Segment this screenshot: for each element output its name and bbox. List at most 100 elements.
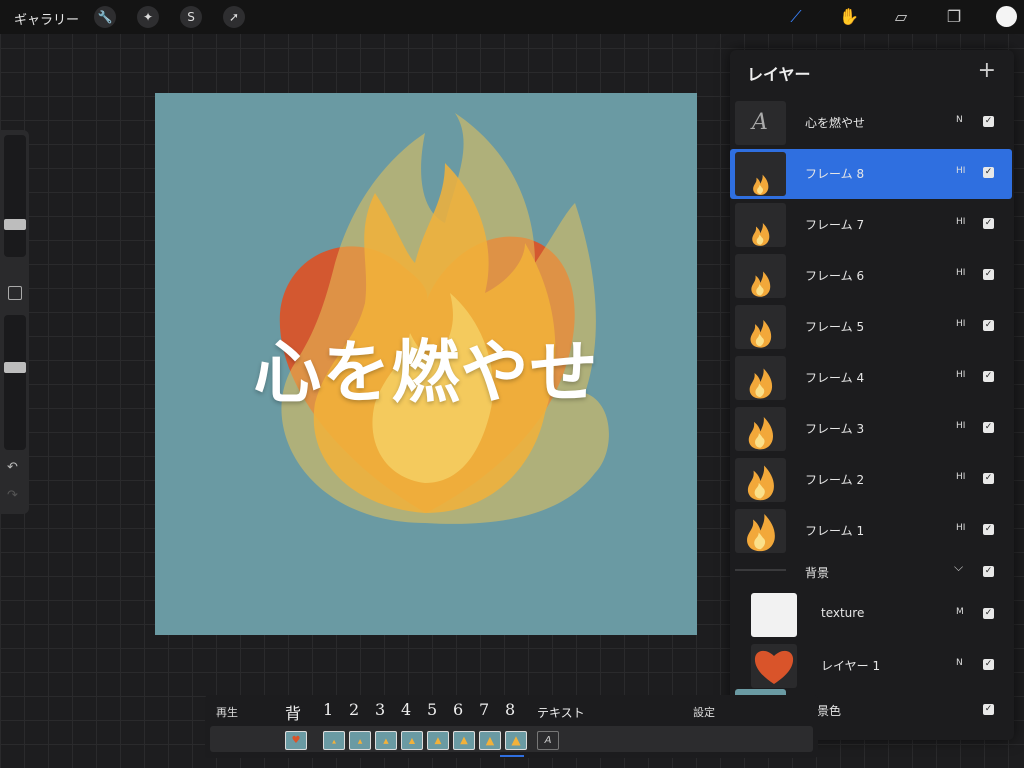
blend-mode[interactable]: HI xyxy=(956,268,965,278)
flame-icon: ▲ xyxy=(434,736,442,746)
visibility-checkbox[interactable]: ✓ xyxy=(983,473,994,484)
eraser-icon[interactable]: ▱ xyxy=(890,6,912,28)
gallery-button[interactable]: ギャラリー xyxy=(14,9,79,28)
opacity-slider[interactable] xyxy=(4,315,26,450)
flame-icon xyxy=(747,513,775,552)
flame-icon: ▲ xyxy=(332,739,336,745)
frame-thumbnail[interactable]: ♥ xyxy=(285,731,307,750)
color-picker-button[interactable] xyxy=(996,6,1017,27)
panel-title: レイヤー xyxy=(747,65,811,84)
layer-thumbnail xyxy=(735,305,786,349)
layer-row-layer-1[interactable]: レイヤー 1 N ✓ xyxy=(730,641,1012,691)
visibility-checkbox[interactable]: ✓ xyxy=(983,422,994,433)
blend-mode[interactable]: HI xyxy=(956,319,965,329)
visibility-checkbox[interactable]: ✓ xyxy=(983,659,994,670)
modify-button[interactable] xyxy=(8,286,22,300)
frame-thumbnail[interactable]: ▲ xyxy=(453,731,475,750)
frame-thumbnail[interactable]: ▲ xyxy=(375,731,397,750)
frame-thumbnail[interactable]: ▲ xyxy=(323,731,345,750)
frame-label: 7 xyxy=(479,700,490,719)
layer-row[interactable]: A 心を燃やせ N ✓ xyxy=(730,98,1012,148)
blend-mode[interactable]: N xyxy=(956,115,963,125)
heart-icon: ♥ xyxy=(291,735,301,746)
flame-icon: ▲ xyxy=(511,733,521,747)
layer-name: フレーム 5 xyxy=(805,320,865,334)
frame-thumbnail[interactable]: ▲ xyxy=(505,731,527,750)
smudge-icon[interactable]: ✋ xyxy=(838,6,860,28)
visibility-checkbox[interactable]: ✓ xyxy=(983,116,994,127)
layer-row[interactable]: フレーム 3 HI ✓ xyxy=(730,404,1012,454)
canvas-title-text: 心を燃やせ xyxy=(253,333,599,413)
timeline-settings-button[interactable]: 設定 xyxy=(693,704,715,720)
visibility-checkbox[interactable]: ✓ xyxy=(983,524,994,535)
layer-name: フレーム 4 xyxy=(805,371,865,385)
visibility-checkbox[interactable]: ✓ xyxy=(983,608,994,619)
blend-mode[interactable]: HI xyxy=(956,523,965,533)
redo-icon[interactable]: ↷ xyxy=(7,488,18,503)
selection-icon[interactable]: S xyxy=(180,6,202,28)
frame-label: 4 xyxy=(401,700,412,719)
group-visibility-checkbox[interactable]: ✓ xyxy=(983,566,994,577)
flame-icon xyxy=(752,223,770,246)
frame-strip: ♥ ▲ ▲ ▲ ▲ ▲ ▲ ▲ ▲ A xyxy=(210,726,813,752)
frame-thumbnail[interactable]: ▲ xyxy=(427,731,449,750)
blend-mode[interactable]: M xyxy=(956,607,964,617)
brush-icon[interactable]: ⟋ xyxy=(785,6,807,28)
blend-mode[interactable]: HI xyxy=(956,217,965,227)
layer-row[interactable]: フレーム 5 HI ✓ xyxy=(730,302,1012,352)
layer-row[interactable]: フレーム 4 HI ✓ xyxy=(730,353,1012,403)
frame-label: テキスト xyxy=(537,706,585,720)
transform-arrow-icon[interactable]: ➚ xyxy=(223,6,245,28)
frame-thumbnail[interactable]: ▲ xyxy=(349,731,371,750)
layer-row[interactable]: フレーム 7 HI ✓ xyxy=(730,200,1012,250)
opacity-knob[interactable] xyxy=(4,362,26,374)
layer-row[interactable]: フレーム 2 HI ✓ xyxy=(730,455,1012,505)
visibility-checkbox[interactable]: ✓ xyxy=(983,320,994,331)
visibility-checkbox[interactable]: ✓ xyxy=(983,167,994,178)
layer-row-texture[interactable]: texture M ✓ xyxy=(730,590,1012,640)
frame-thumbnail[interactable]: ▲ xyxy=(401,731,423,750)
wrench-icon[interactable]: 🔧 xyxy=(94,6,116,28)
left-sidebar: ↶ ↷ xyxy=(0,130,29,514)
layer-thumbnail xyxy=(735,407,786,451)
layer-row[interactable]: フレーム 6 HI ✓ xyxy=(730,251,1012,301)
frame-thumbnail[interactable]: ▲ xyxy=(479,731,501,750)
visibility-checkbox[interactable]: ✓ xyxy=(983,269,994,280)
play-button[interactable]: 再生 xyxy=(216,704,238,720)
frame-label: 背 xyxy=(285,704,302,723)
magic-wand-icon[interactable]: ✦ xyxy=(137,6,159,28)
undo-icon[interactable]: ↶ xyxy=(7,460,18,475)
flame-icon xyxy=(751,271,771,297)
layer-name: フレーム 7 xyxy=(805,218,865,232)
layer-name: フレーム 3 xyxy=(805,422,865,436)
layer-name: フレーム 8 xyxy=(805,167,865,181)
frame-thumbnail[interactable]: A xyxy=(537,731,559,750)
brush-size-knob[interactable] xyxy=(4,219,26,231)
blend-mode[interactable]: HI xyxy=(956,472,965,482)
visibility-checkbox[interactable]: ✓ xyxy=(983,371,994,382)
chevron-down-icon[interactable]: ⌵ xyxy=(954,560,963,575)
layer-row[interactable]: フレーム 8 HI ✓ xyxy=(730,149,1012,199)
animation-timeline: 再生 設定 背 1 2 3 4 5 6 7 8 テキスト ♥ ▲ ▲ ▲ ▲ ▲ ▲ ▲ ▲ A xyxy=(205,695,818,758)
visibility-checkbox[interactable]: ✓ xyxy=(983,704,994,715)
group-name: 背景 xyxy=(805,566,830,580)
flame-icon: ▲ xyxy=(383,737,389,745)
drawing-canvas[interactable]: 心を燃やせ xyxy=(155,93,697,635)
blend-mode[interactable]: HI xyxy=(956,421,965,431)
layer-name: レイヤー 1 xyxy=(821,659,881,673)
flame-icon xyxy=(748,416,774,450)
blend-mode[interactable]: HI xyxy=(956,166,965,176)
visibility-checkbox[interactable]: ✓ xyxy=(983,218,994,229)
frame-label: 2 xyxy=(349,700,360,719)
heart-thumb-icon xyxy=(754,650,794,684)
add-layer-button[interactable]: + xyxy=(978,58,996,83)
frame-label: 5 xyxy=(427,700,438,719)
flame-icon: ▲ xyxy=(408,736,416,745)
layers-panel: レイヤー + A 心を燃やせ N ✓ フレーム 8 HI ✓ フレーム 7 HI ✓ フレーム 6 H… xyxy=(730,50,1014,740)
layers-icon[interactable]: ❐ xyxy=(943,6,965,28)
blend-mode[interactable]: HI xyxy=(956,370,965,380)
blend-mode[interactable]: N xyxy=(956,658,963,668)
brush-size-slider[interactable] xyxy=(4,135,26,257)
flame-icon: ▲ xyxy=(460,735,468,746)
flame-icon: ▲ xyxy=(485,734,495,747)
